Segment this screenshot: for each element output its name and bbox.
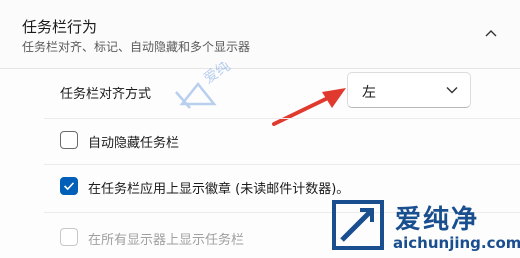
taskbar-settings-panel: 任务栏行为 任务栏对齐、标记、自动隐藏和多个显示器 爱纯 任务栏对齐方式 左 自… — [0, 0, 520, 258]
auto-hide-label: 自动隐藏任务栏 — [88, 136, 180, 151]
chevron-up-icon[interactable] — [484, 28, 498, 38]
section-subtitle: 任务栏对齐、标记、自动隐藏和多个显示器 — [22, 40, 251, 54]
dropdown-selected-value: 左 — [362, 85, 376, 101]
svg-text:爱纯: 爱纯 — [201, 62, 233, 87]
show-badges-label: 在任务栏应用上显示徽章 (未读邮件计数器)。 — [88, 182, 350, 197]
watermark-url: aichunjing.com — [393, 234, 520, 252]
divider — [44, 118, 520, 119]
show-badges-checkbox[interactable] — [60, 177, 78, 195]
divider — [44, 164, 520, 165]
auto-hide-checkbox[interactable] — [60, 131, 78, 149]
red-arrow-icon — [272, 88, 346, 126]
chevron-down-icon — [446, 87, 458, 94]
all-displays-checkbox — [60, 228, 78, 246]
watermark-logo-icon — [332, 200, 384, 250]
all-displays-label: 在所有显示器上显示任务栏 — [88, 233, 245, 248]
watermark-brand: 爱纯净 — [395, 205, 480, 235]
checkmark-icon — [63, 182, 75, 191]
taskbar-alignment-label: 任务栏对齐方式 — [60, 87, 152, 102]
taskbar-behaviors-header[interactable]: 任务栏行为 任务栏对齐、标记、自动隐藏和多个显示器 — [0, 0, 520, 69]
taskbar-alignment-dropdown[interactable]: 左 — [347, 72, 471, 108]
section-title: 任务栏行为 — [22, 18, 98, 36]
watermark-center-logo: 爱纯 — [175, 62, 233, 109]
